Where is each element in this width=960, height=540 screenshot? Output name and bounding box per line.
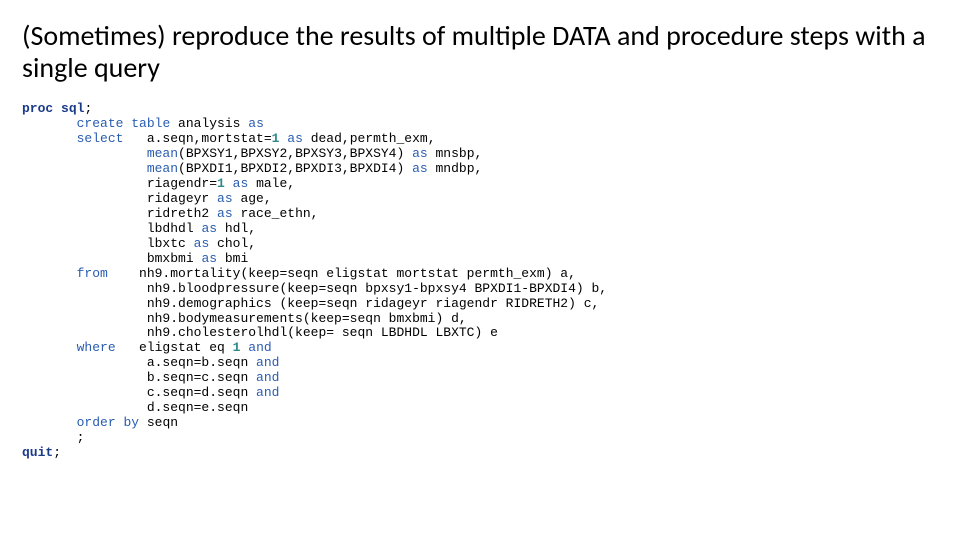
kw-order: order xyxy=(77,415,116,430)
txt: nh9.demographics (keep=seqn ridageyr ria… xyxy=(147,296,599,311)
txt: chol, xyxy=(209,236,256,251)
txt: riagendr= xyxy=(147,176,217,191)
kw-as: as xyxy=(412,161,428,176)
kw-sql: sql xyxy=(61,101,84,116)
slide-title: (Sometimes) reproduce the results of mul… xyxy=(22,20,938,84)
txt: seqn xyxy=(139,415,178,430)
kw-as: as xyxy=(201,251,217,266)
txt: a.seqn=b.seqn xyxy=(147,355,256,370)
fn-mean: mean xyxy=(147,146,178,161)
txt: analysis xyxy=(170,116,248,131)
txt: bmi xyxy=(217,251,248,266)
txt: dead,permth_exm, xyxy=(303,131,436,146)
txt: ridageyr xyxy=(147,191,217,206)
txt: (BPXDI1,BPXDI2,BPXDI3,BPXDI4) xyxy=(178,161,412,176)
kw-and: and xyxy=(256,355,279,370)
txt xyxy=(225,176,233,191)
num: 1 xyxy=(217,176,225,191)
txt: ; xyxy=(77,430,85,445)
kw-and: and xyxy=(248,340,271,355)
txt: eligstat eq xyxy=(116,340,233,355)
txt: c.seqn=d.seqn xyxy=(147,385,256,400)
kw-table: table xyxy=(131,116,170,131)
kw-as: as xyxy=(248,116,264,131)
txt: nh9.cholesterolhdl(keep= seqn LBDHDL LBX… xyxy=(147,325,498,340)
kw-and: and xyxy=(256,370,279,385)
kw-as: as xyxy=(194,236,210,251)
txt: d.seqn=e.seqn xyxy=(147,400,248,415)
txt: lbdhdl xyxy=(147,221,202,236)
kw-by: by xyxy=(123,415,139,430)
txt: nh9.bloodpressure(keep=seqn bpxsy1-bpxsy… xyxy=(147,281,607,296)
kw-from: from xyxy=(77,266,108,281)
txt: age, xyxy=(233,191,272,206)
txt: a.seqn,mortstat= xyxy=(123,131,271,146)
kw-create: create xyxy=(77,116,124,131)
txt: mnsbp, xyxy=(428,146,483,161)
kw-as: as xyxy=(412,146,428,161)
txt: bmxbmi xyxy=(147,251,202,266)
kw-quit: quit xyxy=(22,445,53,460)
txt: race_ethn, xyxy=(233,206,319,221)
kw-and: and xyxy=(256,385,279,400)
slide: (Sometimes) reproduce the results of mul… xyxy=(0,0,960,540)
txt: lbxtc xyxy=(147,236,194,251)
kw-select: select xyxy=(77,131,124,146)
kw-as: as xyxy=(217,206,233,221)
txt: hdl, xyxy=(217,221,256,236)
txt: ridreth2 xyxy=(147,206,217,221)
kw-where: where xyxy=(77,340,116,355)
txt: nh9.mortality(keep=seqn eligstat mortsta… xyxy=(108,266,576,281)
txt: b.seqn=c.seqn xyxy=(147,370,256,385)
kw-as: as xyxy=(201,221,217,236)
txt: mndbp, xyxy=(428,161,483,176)
fn-mean: mean xyxy=(147,161,178,176)
kw-proc: proc xyxy=(22,101,53,116)
txt: male, xyxy=(248,176,295,191)
kw-as: as xyxy=(233,176,249,191)
txt: nh9.bodymeasurements(keep=seqn bmxbmi) d… xyxy=(147,311,467,326)
txt: (BPXSY1,BPXSY2,BPXSY3,BPXSY4) xyxy=(178,146,412,161)
kw-as: as xyxy=(287,131,303,146)
kw-as: as xyxy=(217,191,233,206)
code-block: proc sql; create table analysis as selec… xyxy=(22,102,938,461)
